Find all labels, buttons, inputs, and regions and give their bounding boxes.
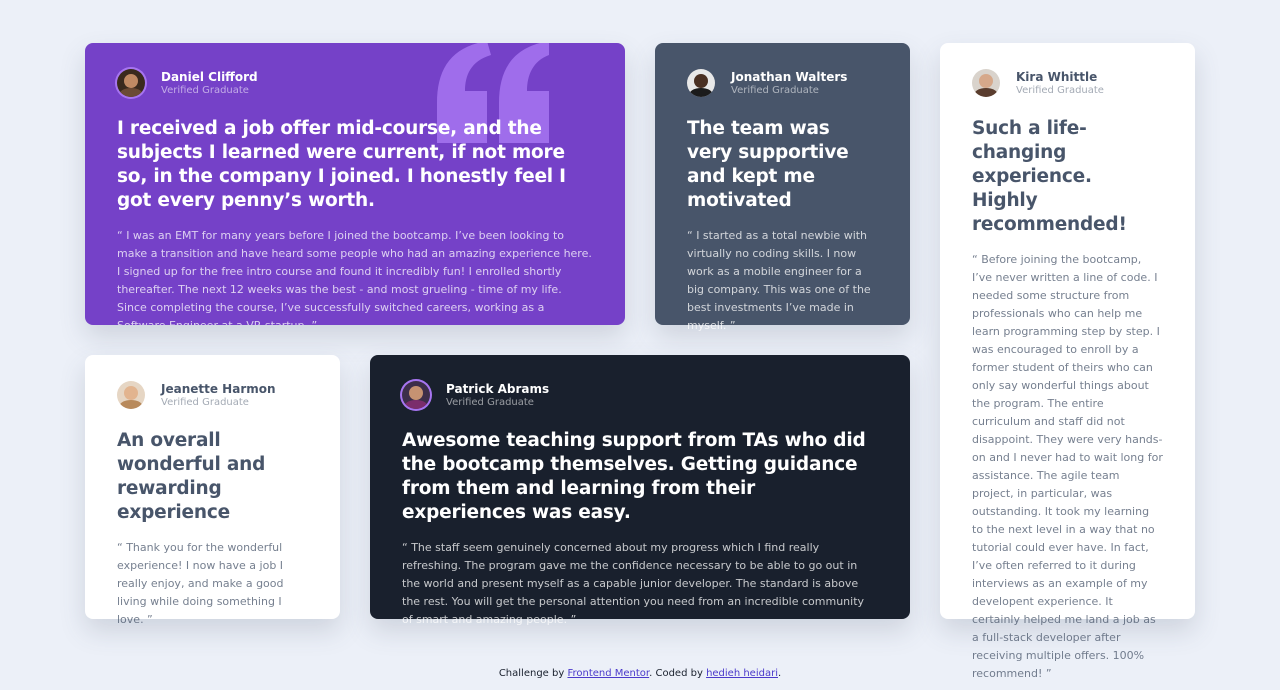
testimonial-headline: The team was very supportive and kept me…	[687, 118, 849, 211]
author-role: Verified Graduate	[731, 84, 819, 96]
avatar	[117, 381, 145, 409]
testimonial-card-jeanette: Jeanette Harmon Verified Graduate An ove…	[85, 355, 340, 626]
card-header: Jeanette Harmon Verified Graduate	[117, 381, 308, 409]
avatar	[402, 381, 430, 409]
attribution-footer: Challenge by Frontend Mentor. Coded by h…	[0, 668, 1280, 679]
testimonial-body: “ Before joining the bootcamp, I’ve neve…	[972, 253, 1163, 680]
card-header: Jonathan Walters Verified Graduate	[687, 69, 878, 97]
avatar	[687, 69, 715, 97]
author-name: Patrick Abrams	[446, 381, 550, 396]
card-header: Kira Whittle Verified Graduate	[972, 69, 1163, 97]
author-name: Daniel Clifford	[161, 69, 258, 84]
author-link[interactable]: hedieh heidari	[706, 668, 778, 679]
testimonial-body: “ I started as a total newbie with virtu…	[687, 229, 871, 332]
attribution-prefix: Challenge by	[498, 668, 568, 679]
testimonial-body: “ The staff seem genuinely concerned abo…	[402, 541, 865, 626]
testimonial-headline: Awesome teaching support from TAs who di…	[402, 430, 866, 523]
testimonial-card-daniel: Daniel Clifford Verified Graduate I rece…	[85, 43, 625, 325]
testimonial-card-kira: Kira Whittle Verified Graduate Such a li…	[940, 43, 1195, 680]
testimonial-body: “ Thank you for the wonderful experience…	[117, 541, 284, 626]
author-name: Kira Whittle	[1016, 69, 1098, 84]
author-role: Verified Graduate	[446, 396, 534, 408]
testimonial-card-jonathan: Jonathan Walters Verified Graduate The t…	[655, 43, 910, 332]
author-name: Jonathan Walters	[731, 69, 848, 84]
card-header: Daniel Clifford Verified Graduate	[117, 69, 593, 97]
testimonial-headline: I received a job offer mid-course, and t…	[117, 118, 566, 211]
author-role: Verified Graduate	[161, 84, 249, 96]
testimonial-headline: Such a life-changing experience. Highly …	[972, 118, 1127, 235]
testimonial-headline: An overall wonderful and rewarding exper…	[117, 430, 266, 523]
author-name: Jeanette Harmon	[161, 381, 276, 396]
attribution-middle: . Coded by	[649, 668, 707, 679]
frontend-mentor-link[interactable]: Frontend Mentor	[567, 668, 649, 679]
author-role: Verified Graduate	[161, 396, 249, 408]
card-header: Patrick Abrams Verified Graduate	[402, 381, 878, 409]
author-role: Verified Graduate	[1016, 84, 1104, 96]
avatar	[117, 69, 145, 97]
attribution-suffix: .	[777, 668, 782, 679]
testimonial-body: “ I was an EMT for many years before I j…	[117, 229, 592, 325]
testimonial-card-patrick: Patrick Abrams Verified Graduate Awesome…	[370, 355, 910, 626]
avatar	[972, 69, 1000, 97]
